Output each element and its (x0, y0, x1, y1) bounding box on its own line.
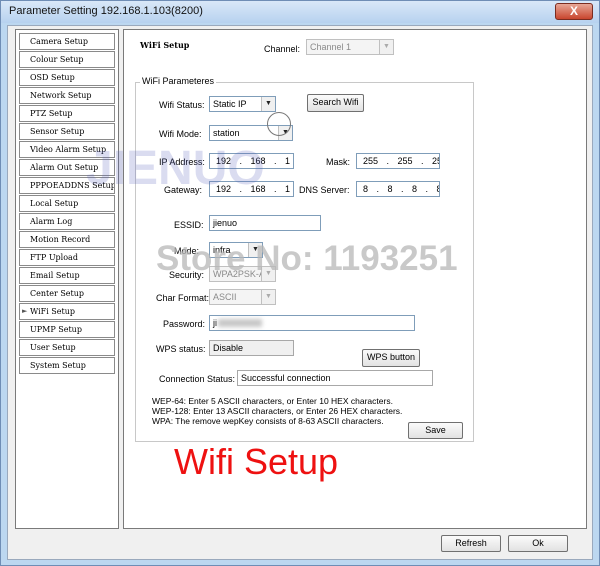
char-format-label: Char Format: (156, 293, 210, 303)
channel-label: Channel: (264, 44, 301, 54)
dns-server-label: DNS Server: (299, 185, 350, 195)
wifi-setup-caption: Wifi Setup (174, 441, 339, 482)
brand-logo-watermark: JIENUO (86, 142, 265, 195)
wifi-mode-value: station (213, 128, 240, 138)
chevron-down-icon: ▼ (379, 40, 393, 54)
sidebar-item-colour-setup[interactable]: Colour Setup (19, 51, 115, 68)
wifi-status-select[interactable]: Static IP ▼ (209, 96, 276, 112)
channel-value: Channel 1 (310, 42, 352, 52)
channel-select[interactable]: Channel 1 ▼ (306, 39, 394, 55)
panel-title: WiFi Setup (140, 40, 190, 50)
password-input[interactable]: ji (209, 315, 415, 331)
note-wep64: WEP-64: Enter 5 ASCII characters, or Ent… (152, 396, 393, 406)
sidebar-item-ptz-setup[interactable]: PTZ Setup (19, 105, 115, 122)
sidebar-item-motion-record[interactable]: Motion Record (19, 231, 115, 248)
sidebar-item-center-setup[interactable]: Center Setup (19, 285, 115, 302)
sidebar-item-osd-setup[interactable]: OSD Setup (19, 69, 115, 86)
refresh-button[interactable]: Refresh (441, 535, 501, 552)
password-value: ji (213, 318, 217, 328)
sidebar-item-alarm-log[interactable]: Alarm Log (19, 213, 115, 230)
parameter-setting-window: Parameter Setting 192.168.1.103(8200) X … (0, 0, 600, 566)
essid-input[interactable]: jienuo (209, 215, 321, 231)
search-wifi-button[interactable]: Search Wifi (307, 94, 364, 112)
close-button[interactable]: X (555, 3, 593, 20)
sidebar-item-local-setup[interactable]: Local Setup (19, 195, 115, 212)
wifi-mode-label: Wifi Mode: (159, 129, 202, 139)
note-wpa: WPA: The remove wepKey consists of 8-63 … (152, 416, 384, 426)
cursor-highlight-icon (267, 112, 291, 136)
dns-server-field[interactable]: 8 . 8 . 8 . 8 (356, 181, 440, 197)
chevron-down-icon: ▼ (261, 97, 275, 111)
sidebar-item-user-setup[interactable]: User Setup (19, 339, 115, 356)
group-title: WiFi Parameteres (140, 76, 217, 86)
selected-arrow-icon: ► (22, 307, 28, 315)
char-format-value: ASCII (213, 292, 237, 302)
sidebar-item-ftp-upload[interactable]: FTP Upload (19, 249, 115, 266)
char-format-select[interactable]: ASCII ▼ (209, 289, 276, 305)
wps-status-label: WPS status: (156, 344, 206, 354)
sidebar-item-email-setup[interactable]: Email Setup (19, 267, 115, 284)
sidebar-item-network-setup[interactable]: Network Setup (19, 87, 115, 104)
wifi-status-label: Wifi Status: (159, 100, 205, 110)
essid-label: ESSID: (174, 220, 204, 230)
blurred-password-mask (218, 319, 262, 327)
mask-label: Mask: (326, 157, 351, 167)
sidebar-item-system-setup[interactable]: System Setup (19, 357, 115, 374)
save-button[interactable]: Save (408, 422, 463, 439)
ok-button[interactable]: Ok (508, 535, 568, 552)
sidebar-item-upmp-setup[interactable]: UPMP Setup (19, 321, 115, 338)
note-wep128: WEP-128: Enter 13 ASCII characters, or E… (152, 406, 403, 416)
connection-status-field: Successful connection (237, 370, 433, 386)
title-bar: Parameter Setting 192.168.1.103(8200) X (1, 1, 599, 23)
window-title: Parameter Setting 192.168.1.103(8200) (9, 5, 203, 17)
sidebar-item-wifi-setup[interactable]: ► WiFi Setup (19, 303, 115, 320)
store-watermark: Store No: 1193251 (156, 239, 458, 278)
sidebar-item-label: WiFi Setup (30, 307, 75, 316)
chevron-down-icon: ▼ (261, 290, 275, 304)
wifi-status-value: Static IP (213, 99, 247, 109)
password-label: Password: (163, 319, 206, 329)
sidebar-item-camera-setup[interactable]: Camera Setup (19, 33, 115, 50)
settings-sidebar: Camera Setup Colour Setup OSD Setup Netw… (15, 29, 119, 529)
connection-status-label: Connection Status: (159, 374, 236, 384)
key-format-notes: WEP-64: Enter 5 ASCII characters, or Ent… (152, 396, 402, 426)
mask-field[interactable]: 255 . 255 . 255 . 0 (356, 153, 440, 169)
wps-button[interactable]: WPS button (362, 349, 420, 367)
sidebar-item-sensor-setup[interactable]: Sensor Setup (19, 123, 115, 140)
wps-status-field: Disable (209, 340, 294, 356)
